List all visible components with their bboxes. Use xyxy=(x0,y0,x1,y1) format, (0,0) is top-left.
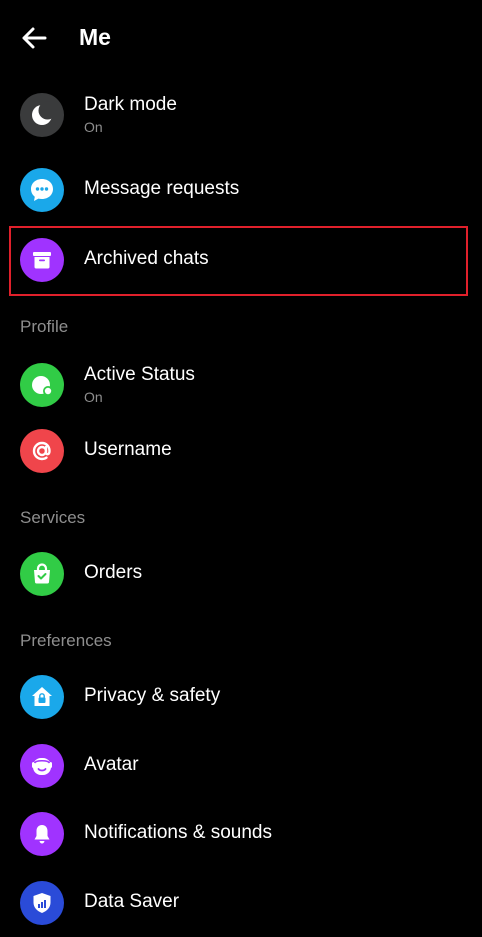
dark-mode-status: On xyxy=(84,119,103,135)
active-status-icon xyxy=(20,363,64,407)
message-requests-item[interactable]: Message requests xyxy=(0,156,482,224)
privacy-safety-label: Privacy & safety xyxy=(84,685,221,706)
username-label: Username xyxy=(84,439,172,460)
section-profile: Profile xyxy=(20,317,69,336)
shopping-bag-icon xyxy=(20,552,64,596)
section-preferences: Preferences xyxy=(20,631,112,650)
page-title: Me xyxy=(79,24,111,50)
data-saver-item[interactable]: Data Saver xyxy=(0,869,482,937)
active-status-status: On xyxy=(84,389,103,405)
header-bar: Me xyxy=(0,0,482,76)
notifications-sounds-label: Notifications & sounds xyxy=(84,822,272,843)
message-requests-label: Message requests xyxy=(84,178,240,199)
house-lock-icon xyxy=(20,675,64,719)
dark-mode-item[interactable]: Dark mode On xyxy=(0,81,482,149)
selection-highlight xyxy=(9,226,468,296)
privacy-safety-item[interactable]: Privacy & safety xyxy=(0,663,482,731)
shield-signal-icon xyxy=(20,881,64,925)
orders-item[interactable]: Orders xyxy=(0,540,482,608)
avatar-face-icon xyxy=(20,744,64,788)
notifications-sounds-item[interactable]: Notifications & sounds xyxy=(0,800,482,868)
at-sign-icon xyxy=(20,429,64,473)
active-status-label: Active Status xyxy=(84,364,195,385)
back-button[interactable] xyxy=(18,22,50,54)
orders-label: Orders xyxy=(84,562,143,583)
avatar-item[interactable]: Avatar xyxy=(0,732,482,800)
data-saver-label: Data Saver xyxy=(84,891,180,912)
arrow-left-icon xyxy=(22,27,47,49)
moon-icon xyxy=(20,93,64,137)
username-item[interactable]: Username xyxy=(0,417,482,485)
bell-icon xyxy=(20,812,64,856)
avatar-label: Avatar xyxy=(84,754,139,775)
dark-mode-label: Dark mode xyxy=(84,94,177,115)
section-services: Services xyxy=(20,508,86,527)
chat-bubble-icon xyxy=(20,168,64,212)
active-status-item[interactable]: Active Status On xyxy=(0,351,482,419)
